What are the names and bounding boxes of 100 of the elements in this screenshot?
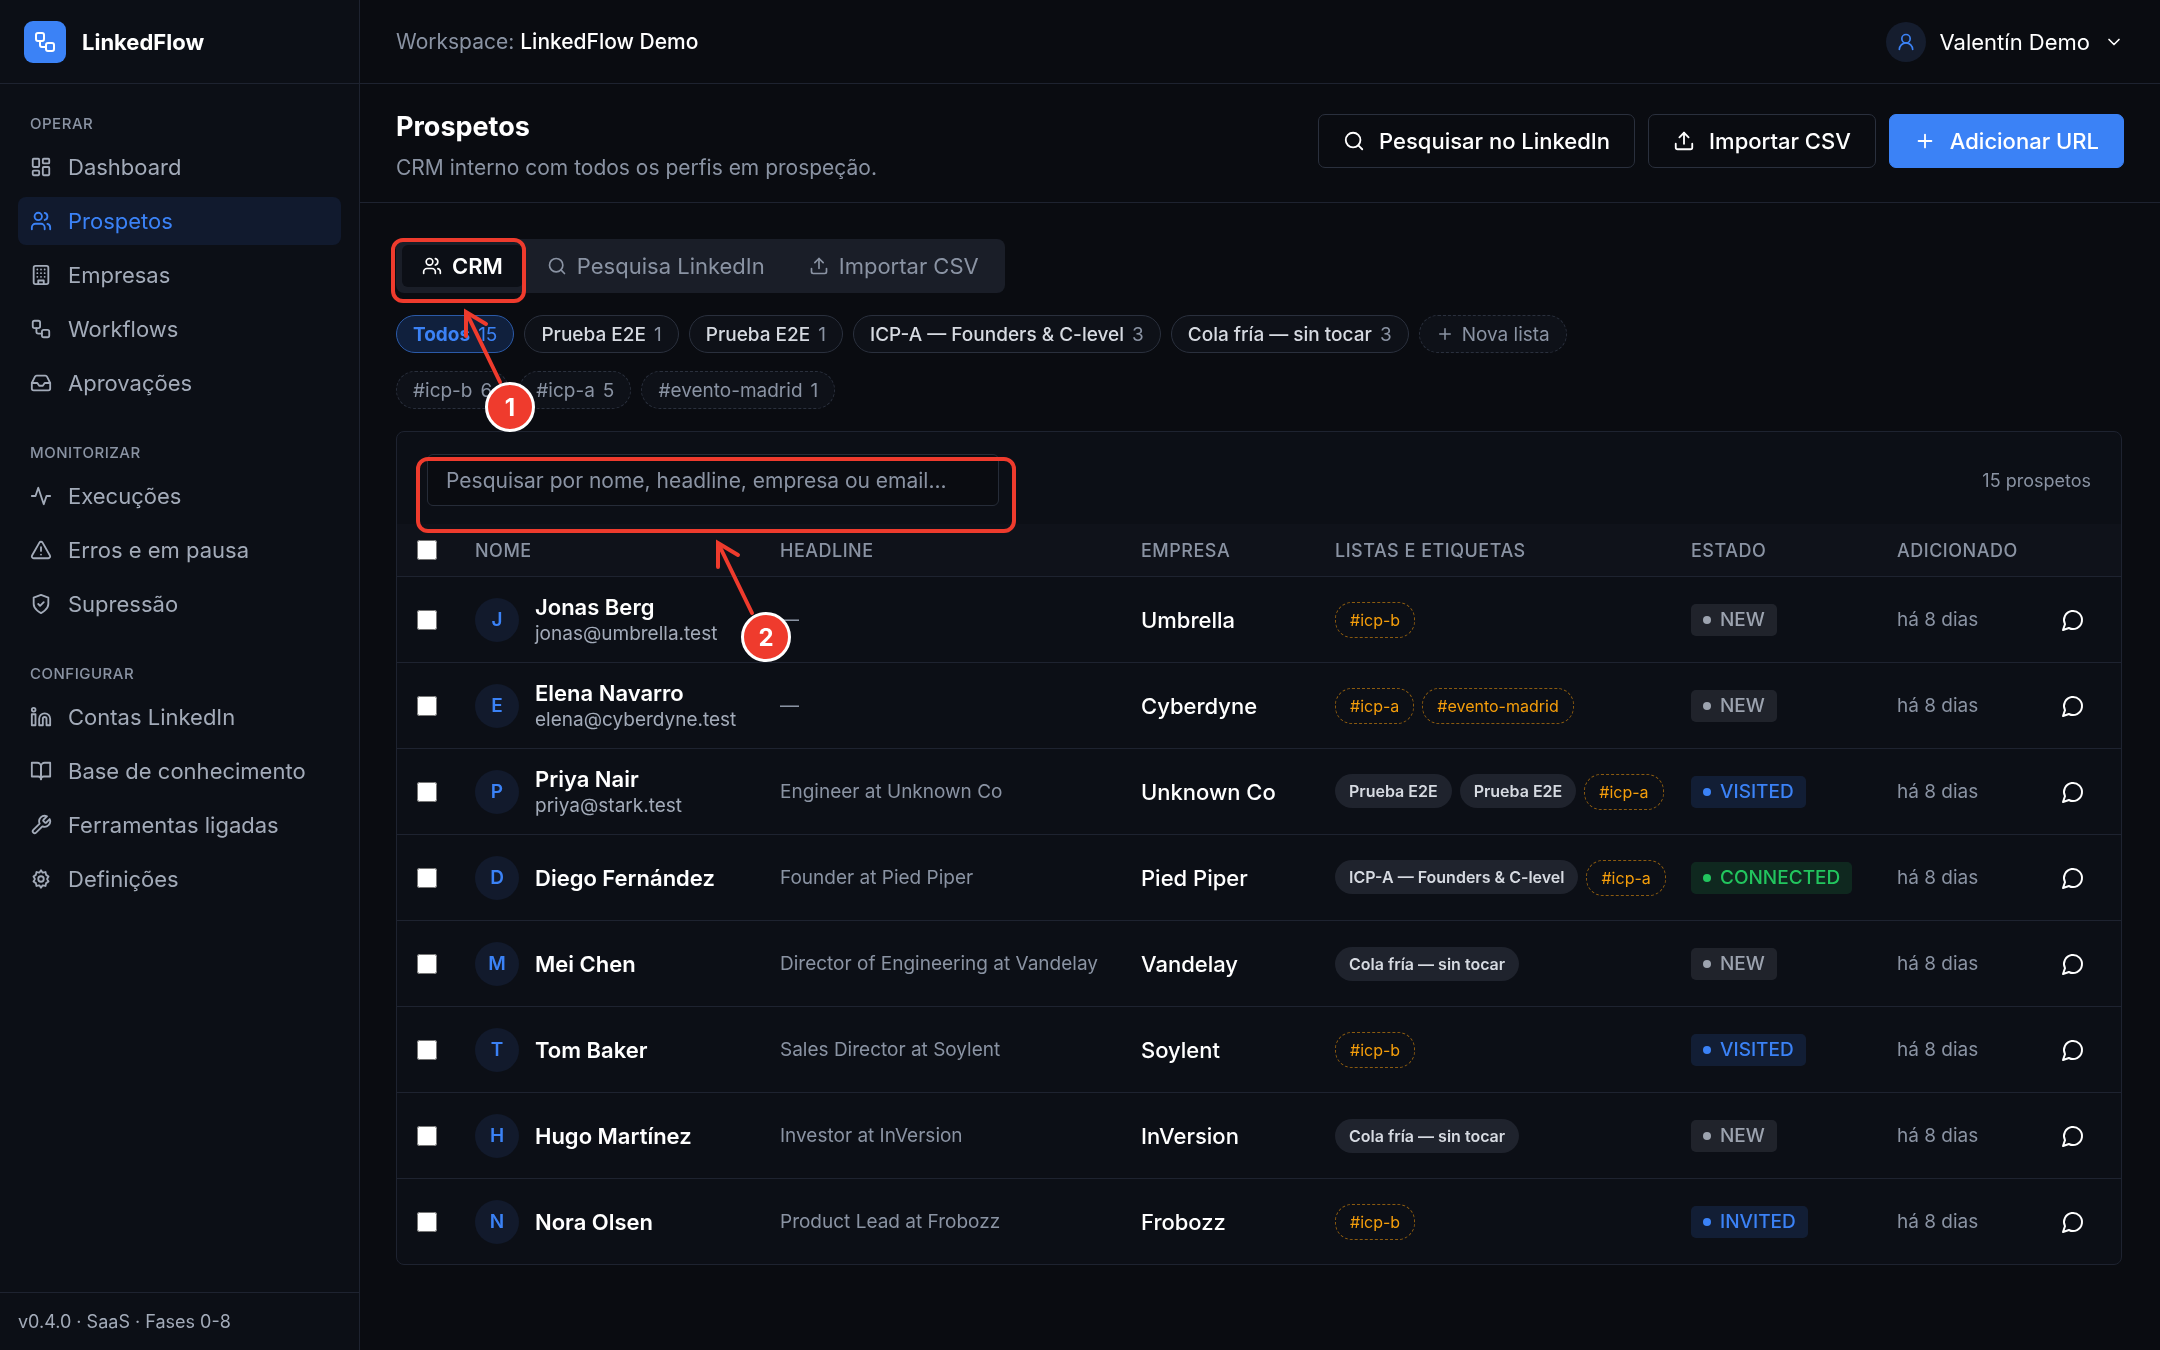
tag-chip[interactable]: #evento-madrid 1 [641,371,836,409]
prospect-email: jonas@umbrella.test [535,622,718,645]
chat-icon [2061,1037,2085,1062]
added-cell-text: há 8 dias [1897,780,1980,803]
company-cell-text: Vandelay [1141,950,1239,977]
company-cell-text: Soylent [1141,1036,1221,1063]
sidebar-item[interactable]: Definições [18,855,341,903]
headline-cell-text: Product Lead at Frobozz [780,1210,1002,1233]
sidebar-item[interactable]: Empresas [18,251,341,299]
chat-icon [2061,779,2085,804]
prospect-count: 15 prospetos [1982,469,2091,491]
list-chip[interactable]: ICP-A — Founders & C-level 3 [852,315,1161,353]
row-checkbox[interactable] [417,695,437,716]
sidebar-item[interactable]: Execuções [18,472,341,520]
select-all-checkbox[interactable] [417,540,437,560]
prospect-name[interactable]: Priya Nair [535,766,682,792]
people-icon [422,256,442,276]
row-checkbox[interactable] [417,609,437,630]
list-chip[interactable]: Prueba E2E 1 [524,315,679,353]
sidebar-item[interactable]: Contas LinkedIn [18,693,341,741]
prospect-name[interactable]: Hugo Martínez [535,1122,692,1149]
avatar-initial: N [475,1199,519,1244]
company-cell-text: Cyberdyne [1141,692,1259,719]
prospect-name[interactable]: Elena Navarro [535,680,737,706]
tray-icon [30,372,52,394]
tab[interactable]: Importar CSV [788,245,999,287]
action-button[interactable]: Pesquisar no LinkedIn [1318,114,1636,168]
avatar-initial: T [475,1027,519,1072]
chat-icon [2061,951,2085,976]
nodes-icon [30,318,52,340]
status-badge: NEW [1691,603,1777,636]
list-pill: Cola fría — sin tocar [1335,946,1520,981]
row-checkbox[interactable] [417,781,437,802]
action-button[interactable]: Importar CSV [1648,114,1876,168]
tag-pill: #icp-a [1584,773,1664,810]
row-checkbox[interactable] [417,1211,437,1232]
list-pill: Prueba E2E [1335,773,1452,808]
sidebar-item[interactable]: Workflows [18,305,341,353]
search-icon [1343,130,1366,152]
added-cell-text: há 8 dias [1897,608,1980,631]
list-chip[interactable]: Cola fría — sin tocar 3 [1170,315,1409,353]
company-cell-text: Frobozz [1141,1208,1227,1235]
column-header: NOME [475,539,533,561]
building-icon [30,264,52,286]
warning-icon [30,539,52,561]
brand-name: LinkedFlow [82,28,205,55]
status-badge: INVITED [1691,1205,1808,1238]
company-cell-text: InVersion [1141,1122,1240,1149]
tab[interactable]: Pesquisa LinkedIn [526,245,785,287]
column-header: LISTAS E ETIQUETAS [1335,539,1527,561]
avatar-initial: J [475,597,519,642]
headline-cell-text: Founder at Pied Piper [780,866,975,889]
headline-cell-text: Director of Engineering at Vandelay [780,952,1099,975]
column-header: ESTADO [1691,539,1768,561]
row-checkbox[interactable] [417,953,437,974]
prospect-name[interactable]: Nora Olsen [535,1208,654,1235]
added-cell-text: há 8 dias [1897,1210,1980,1233]
tab[interactable]: CRM [402,245,523,287]
list-pill: Cola fría — sin tocar [1335,1118,1520,1153]
chat-icon [2061,1209,2085,1234]
added-cell-text: há 8 dias [1897,694,1980,717]
new-list-button[interactable]: Nova lista [1418,315,1567,353]
avatar-initial: P [475,769,519,814]
company-cell-text: Unknown Co [1141,778,1277,805]
sidebar-item[interactable]: Dashboard [18,143,341,191]
tag-chip[interactable]: #icp-a 5 [519,371,632,409]
list-pill: ICP-A — Founders & C-level [1335,859,1579,894]
people-icon [30,210,52,232]
sidebar-item[interactable]: Aprovações [18,359,341,407]
status-badge: NEW [1691,1119,1777,1152]
row-checkbox[interactable] [417,867,437,888]
row-checkbox[interactable] [417,1125,437,1146]
status-badge: NEW [1691,947,1777,980]
sidebar-item[interactable]: Base de conhecimento [18,747,341,795]
tag-pill: #icp-b [1335,1031,1416,1068]
workspace-name: LinkedFlow Demo [520,29,699,54]
prospect-name[interactable]: Diego Fernández [535,864,715,891]
chat-icon [2061,693,2085,718]
prospect-name[interactable]: Mei Chen [535,950,636,977]
sidebar-item[interactable]: Supressão [18,580,341,628]
search-field[interactable]: Pesquisar por nome, headline, empresa ou email... [427,454,999,506]
avatar-initial: D [475,855,519,900]
user-name[interactable]: Valentín Demo [1939,28,2090,55]
wrench-icon [30,814,52,836]
row-checkbox[interactable] [417,1039,437,1060]
user-icon [1895,31,1916,52]
tag-pill: #evento-madrid [1422,687,1574,724]
sidebar-item[interactable]: Ferramentas ligadas [18,801,341,849]
workspace-label: Workspace: [396,29,515,54]
section-title: MONITORIZAR [29,443,142,462]
status-badge: VISITED [1691,1033,1806,1066]
page-subtitle: CRM interno com todos os perfis em prospeção. [396,155,877,180]
prospect-name[interactable]: Tom Baker [535,1036,648,1063]
sidebar-item[interactable]: Erros e em pausa [18,526,341,574]
status-badge: VISITED [1691,775,1806,808]
page-title: Prospetos [396,110,531,143]
sidebar-item[interactable]: Prospetos [18,197,341,245]
prospect-name[interactable]: Jonas Berg [535,594,718,620]
action-button[interactable]: Adicionar URL [1888,114,2124,168]
list-chip[interactable]: Prueba E2E 1 [688,315,843,353]
